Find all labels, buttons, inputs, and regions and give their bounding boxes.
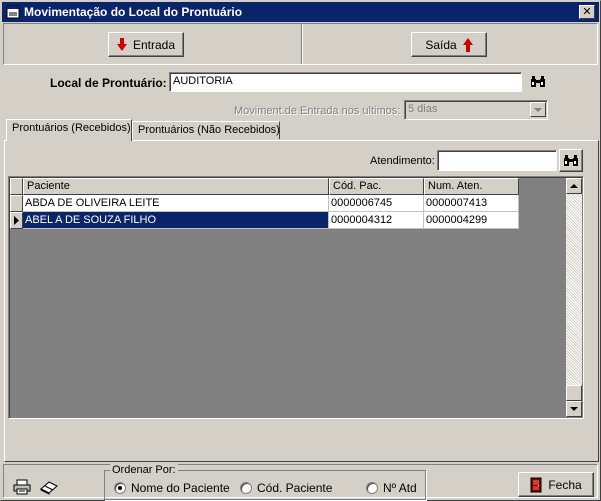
saida-button[interactable]: Saída: [411, 32, 487, 57]
scroll-up-icon: [570, 184, 578, 188]
moviment-value: 5 dias: [408, 103, 438, 115]
arrow-down-icon: [116, 37, 127, 51]
scroll-down-button[interactable]: [566, 401, 582, 417]
local-field[interactable]: AUDITORIA: [169, 72, 522, 92]
column-header-num-aten[interactable]: Num. Aten.: [424, 178, 519, 195]
eraser-icon[interactable]: [39, 479, 59, 495]
table-row-cell-paciente[interactable]: ABEL A DE SOUZA FILHO: [23, 212, 329, 229]
exit-door-icon: [530, 477, 542, 492]
column-header-paciente[interactable]: Paciente: [23, 178, 329, 195]
close-button[interactable]: ✕: [579, 5, 595, 19]
entrada-label: Entrada: [132, 37, 176, 52]
tab-nao-recebidos[interactable]: Prontuários (Não Recebidos): [132, 121, 280, 139]
radio-unchecked-icon: [366, 482, 378, 494]
fecha-label: Fecha: [548, 477, 582, 492]
fecha-button[interactable]: Fecha: [518, 472, 594, 497]
close-icon: ✕: [582, 5, 592, 18]
binoculars-icon: [564, 154, 578, 166]
entrada-button[interactable]: Entrada: [108, 32, 184, 57]
title-bar[interactable]: Movimentação do Local do Prontuário ✕: [2, 2, 599, 22]
order-title: Ordenar Por:: [110, 464, 178, 476]
arrow-up-icon: [462, 37, 473, 52]
table-row-cell-num-aten[interactable]: 0000007413: [424, 195, 519, 212]
patients-grid[interactable]: Paciente Cód. Pac. Num. Aten. ABDA DE OL…: [8, 176, 584, 419]
binoculars-icon[interactable]: [530, 75, 546, 89]
radio-checked-icon: [114, 482, 126, 494]
table-row-cell-paciente[interactable]: ABDA DE OLIVEIRA LEITE: [23, 195, 329, 212]
printer-icon[interactable]: [13, 479, 31, 495]
moviment-label: Moviment.de Entrada nos ultimos:: [234, 105, 401, 117]
table-row-cell-cod-pac[interactable]: 0000004312: [329, 212, 424, 229]
order-by-atd-radio[interactable]: Nº Atd: [366, 481, 417, 495]
scroll-down-icon: [570, 407, 578, 411]
moviment-select[interactable]: 5 dias: [404, 100, 548, 120]
saida-label: Saída: [425, 37, 457, 52]
row-indicator-current[interactable]: [10, 212, 23, 229]
local-label: Local de Prontuário:: [50, 76, 167, 90]
combo-dropdown-button[interactable]: [530, 102, 546, 117]
column-header-cod-pac[interactable]: Cód. Pac.: [329, 178, 424, 195]
table-row-cell-num-aten[interactable]: 0000004299: [424, 212, 519, 229]
panel-divider: [301, 24, 303, 64]
atendimento-search-button[interactable]: [559, 149, 583, 172]
order-option-label: Cód. Paciente: [257, 481, 333, 495]
tab-nao-recebidos-label: Prontuários (Não Recebidos): [138, 124, 280, 136]
grid-body: Paciente Cód. Pac. Num. Aten. ABDA DE OL…: [10, 178, 567, 417]
order-option-label: Nome do Paciente: [131, 481, 230, 495]
chevron-down-icon: [534, 108, 542, 112]
window-icon: [6, 5, 20, 19]
window-title: Movimentação do Local do Prontuário: [24, 5, 243, 19]
scroll-up-button[interactable]: [566, 178, 582, 194]
row-indicator[interactable]: [10, 195, 23, 212]
row-pointer-icon: [14, 216, 19, 225]
action-panel: [3, 23, 598, 65]
tab-recebidos-label: Prontuários (Recebidos): [12, 122, 131, 134]
atendimento-label: Atendimento:: [370, 155, 435, 167]
order-by-cod-radio[interactable]: Cód. Paciente: [240, 481, 332, 495]
grid-corner: [10, 178, 23, 195]
order-by-nome-radio[interactable]: Nome do Paciente: [114, 481, 230, 495]
main-window: Movimentação do Local do Prontuário ✕ En…: [0, 0, 601, 501]
table-row-cell-cod-pac[interactable]: 0000006745: [329, 195, 424, 212]
vertical-scrollbar[interactable]: [566, 178, 582, 417]
radio-unchecked-icon: [240, 482, 252, 494]
scroll-thumb[interactable]: [566, 385, 582, 401]
order-option-label: Nº Atd: [383, 481, 417, 495]
tab-recebidos[interactable]: Prontuários (Recebidos): [6, 119, 132, 141]
atendimento-field[interactable]: [437, 150, 557, 171]
